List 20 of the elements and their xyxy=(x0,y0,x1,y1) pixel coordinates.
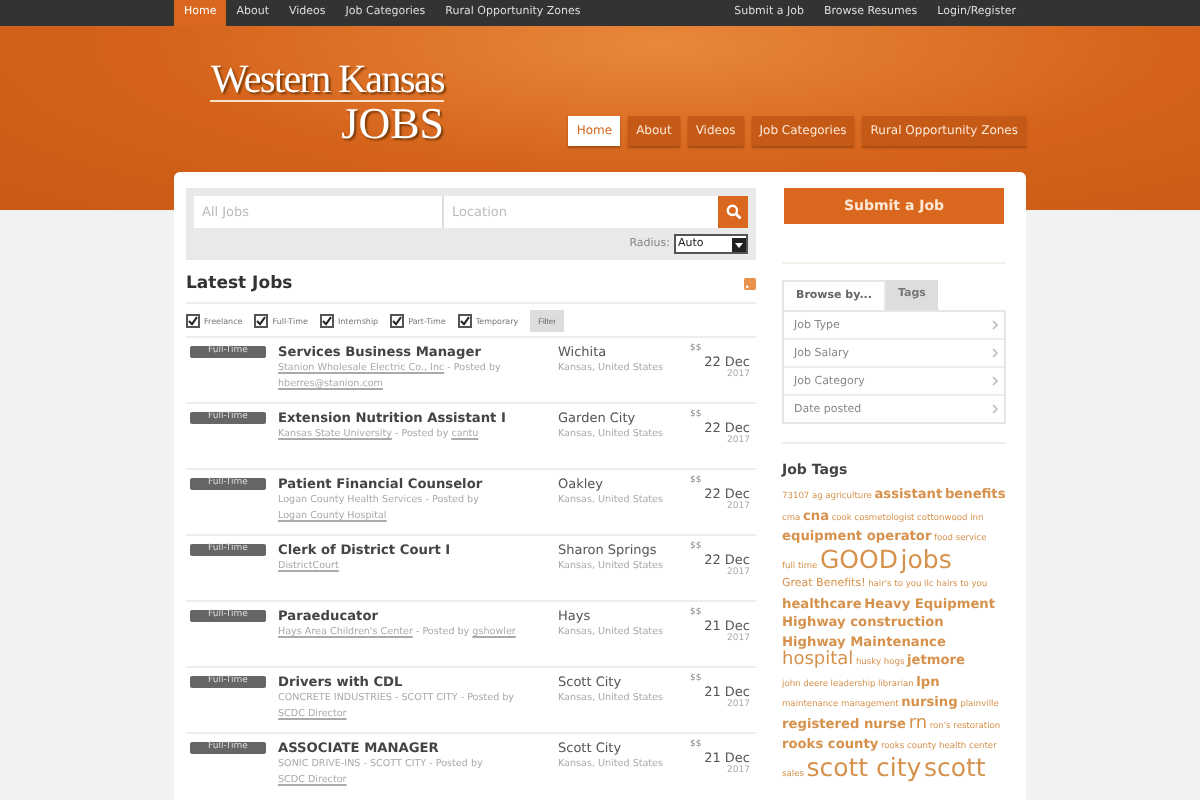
tag-link[interactable]: scott city xyxy=(806,751,922,781)
checkbox[interactable] xyxy=(457,314,472,328)
search-icon xyxy=(725,204,741,220)
chevron-right-icon xyxy=(992,348,998,358)
site-logo[interactable]: Western Kansas JOBS xyxy=(174,60,444,146)
checkbox[interactable] xyxy=(186,314,200,328)
chevron-right-icon xyxy=(992,376,998,386)
search-button[interactable] xyxy=(718,196,748,228)
dropdown-arrow-icon xyxy=(732,237,746,251)
chevron-right-icon xyxy=(992,320,998,330)
tag-link[interactable]: scott xyxy=(923,751,986,781)
section-title: Latest Jobs xyxy=(186,274,293,294)
chevron-right-icon xyxy=(992,404,998,414)
checkbox[interactable] xyxy=(319,314,334,328)
checkbox[interactable] xyxy=(390,314,405,328)
tag-link[interactable]: hospital xyxy=(782,650,854,670)
tag-link[interactable]: rn xyxy=(908,713,928,733)
tag-link[interactable]: jobs xyxy=(900,543,952,573)
checkbox[interactable] xyxy=(254,314,269,328)
tag-link[interactable]: GOOD xyxy=(819,543,898,573)
